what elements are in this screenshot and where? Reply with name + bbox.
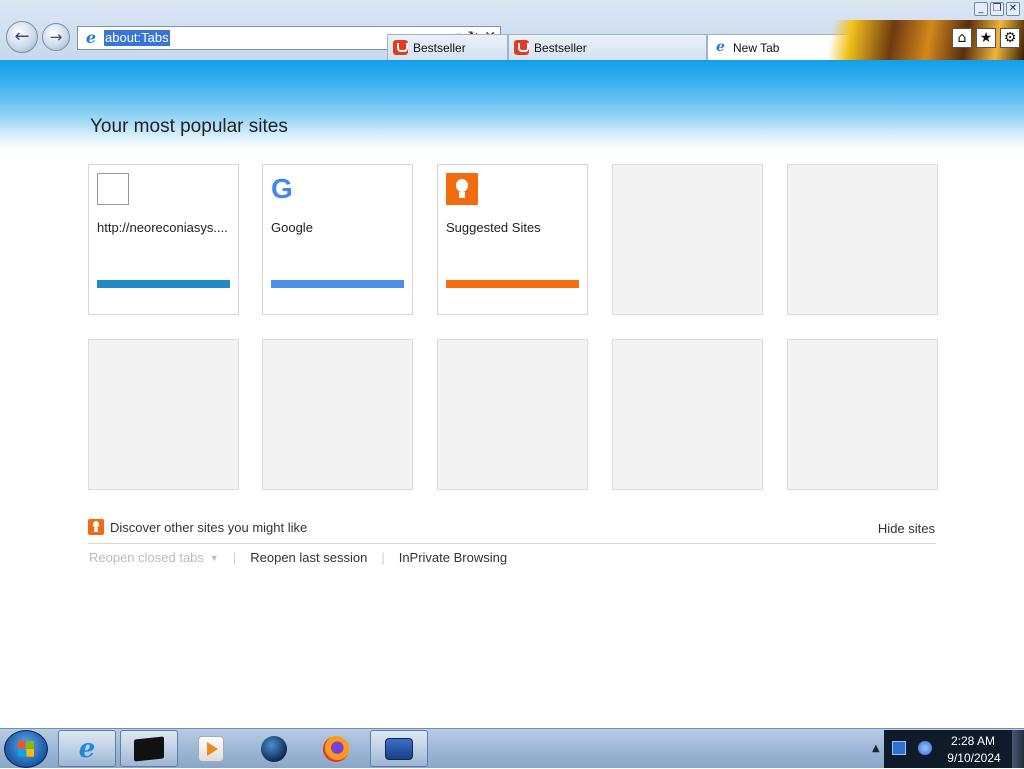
- network-icon: [385, 737, 413, 760]
- lightbulb-icon: [446, 173, 478, 205]
- reopen-last-session-link[interactable]: Reopen last session: [250, 550, 367, 565]
- taskbar-globe[interactable]: [245, 730, 303, 767]
- tray-expand-icon[interactable]: ▲: [872, 743, 880, 754]
- hide-sites-link[interactable]: Hide sites: [878, 521, 935, 536]
- tab-bestseller-2[interactable]: Bestseller: [508, 34, 707, 60]
- ie-icon: e: [85, 28, 97, 47]
- back-arrow-icon: ←: [14, 26, 30, 47]
- action-center-icon[interactable]: [892, 741, 906, 755]
- close-window-button[interactable]: ✕: [1006, 2, 1020, 16]
- firefox-icon: [323, 735, 349, 762]
- site-tile-suggested-sites[interactable]: Suggested Sites: [437, 164, 588, 315]
- tab-label: New Tab: [733, 40, 780, 55]
- home-icon[interactable]: ⌂: [952, 28, 972, 48]
- terminal-icon: [134, 735, 164, 762]
- page-title: Your most popular sites: [90, 116, 288, 137]
- tile-color-bar: [271, 280, 404, 288]
- tile-color-bar: [446, 280, 579, 288]
- tab-bestseller-1[interactable]: Bestseller: [387, 34, 508, 60]
- tab-label: Bestseller: [413, 40, 466, 55]
- tools-gear-icon[interactable]: ⚙: [1000, 28, 1020, 48]
- start-button[interactable]: [4, 730, 48, 768]
- forward-arrow-icon: →: [49, 28, 63, 46]
- bag-icon: [393, 40, 408, 55]
- favorites-star-icon[interactable]: ★: [976, 28, 996, 48]
- blank-page-icon: [97, 173, 129, 205]
- address-input[interactable]: about:Tabs: [104, 30, 170, 46]
- restore-button[interactable]: ❐: [990, 2, 1004, 16]
- taskbar-terminal[interactable]: [120, 730, 178, 767]
- taskbar-network[interactable]: [370, 730, 428, 767]
- tab-label: Bestseller: [534, 40, 587, 55]
- minimize-button[interactable]: _: [974, 2, 988, 16]
- taskbar: e ▲ 2:28 AM 9/10/2024: [0, 728, 1024, 768]
- command-icons: ⌂ ★ ⚙: [952, 28, 1020, 48]
- back-button[interactable]: ←: [6, 21, 38, 53]
- chevron-down-icon[interactable]: ▼: [210, 553, 219, 563]
- discover-text: Discover other sites you might like: [110, 519, 308, 535]
- inprivate-browsing-link[interactable]: InPrivate Browsing: [399, 550, 507, 565]
- ie-icon: e: [78, 733, 96, 764]
- empty-site-tile[interactable]: [612, 164, 763, 315]
- page-links: Reopen closed tabs ▼ | Reopen last sessi…: [89, 550, 507, 565]
- taskbar-firefox[interactable]: [307, 730, 365, 767]
- tile-label: http://neoreconiasys....: [97, 220, 228, 235]
- clock-time[interactable]: 2:28 AM: [950, 734, 996, 748]
- network-status-icon[interactable]: [918, 741, 932, 755]
- browser-chrome: _ ❐ ✕ ← → e about:Tabs ⌕ ▾ ↻ ✕ Bestselle…: [0, 0, 1024, 60]
- globe-icon: [261, 735, 287, 762]
- tile-label: Suggested Sites: [446, 220, 541, 235]
- empty-site-tile[interactable]: [262, 339, 413, 490]
- tile-label: Google: [271, 220, 313, 235]
- empty-site-tile[interactable]: [88, 339, 239, 490]
- empty-site-tile[interactable]: [787, 164, 938, 315]
- ie-icon: e: [716, 39, 725, 55]
- site-tile-google[interactable]: G Google: [262, 164, 413, 315]
- bag-icon: [514, 40, 529, 55]
- separator: |: [232, 550, 237, 565]
- lightbulb-icon: [88, 519, 104, 535]
- show-desktop-button[interactable]: [1012, 730, 1024, 768]
- empty-site-tile[interactable]: [437, 339, 588, 490]
- tile-color-bar: [97, 280, 230, 288]
- reopen-closed-tabs-link[interactable]: Reopen closed tabs: [89, 550, 204, 565]
- window-controls: _ ❐ ✕: [974, 2, 1020, 16]
- divider: [88, 543, 936, 544]
- empty-site-tile[interactable]: [787, 339, 938, 490]
- system-tray: ▲ 2:28 AM 9/10/2024: [864, 729, 1024, 769]
- taskbar-internet-explorer[interactable]: e: [58, 730, 116, 767]
- new-tab-page: Your most popular sites http://neoreconi…: [0, 60, 1024, 728]
- forward-button[interactable]: →: [42, 23, 70, 51]
- google-icon: G: [271, 173, 293, 204]
- separator: |: [381, 550, 385, 565]
- discover-sites-link[interactable]: Discover other sites you might like: [88, 519, 307, 535]
- site-tile-neoreconiasys[interactable]: http://neoreconiasys....: [88, 164, 239, 315]
- empty-site-tile[interactable]: [612, 339, 763, 490]
- media-player-icon: [198, 735, 224, 762]
- clock-date[interactable]: 9/10/2024: [944, 751, 1004, 765]
- taskbar-media-player[interactable]: [182, 730, 240, 767]
